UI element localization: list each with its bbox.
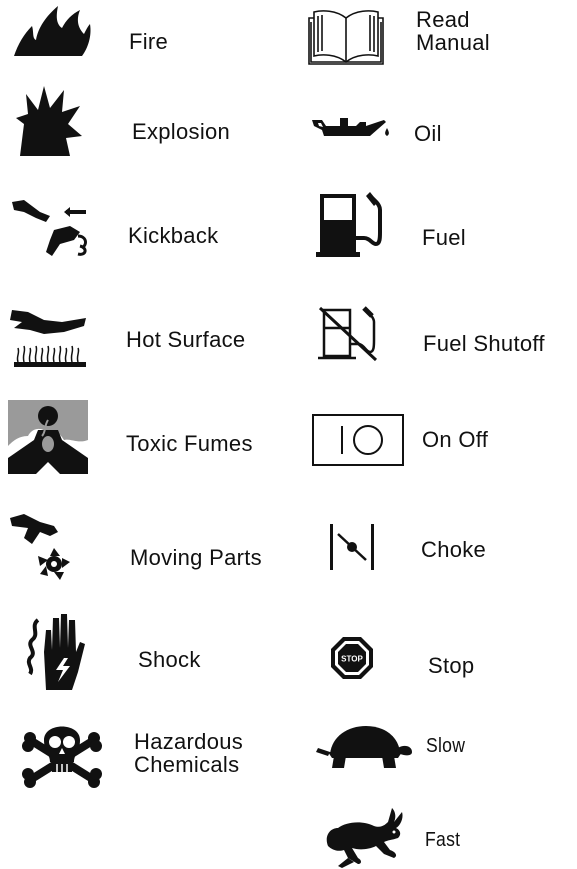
skull-crossbones-icon: [22, 712, 102, 788]
rabbit-icon: [324, 806, 404, 868]
moving-parts-icon: [10, 512, 78, 584]
book-icon: [306, 8, 386, 66]
shock-icon: [26, 612, 86, 690]
hot-surface-icon: [8, 306, 90, 368]
turtle-icon: [312, 722, 414, 772]
kickback-icon: [10, 196, 92, 260]
hot-surface-label: Hot Surface: [126, 327, 246, 352]
slow-label: Slow: [426, 735, 466, 757]
fuel-pump-icon: [316, 190, 382, 258]
moving-parts-label: Moving Parts: [130, 545, 262, 570]
choke-icon: [330, 524, 374, 570]
stop-sign-text: STOP: [341, 655, 363, 664]
oil-can-icon: [310, 112, 392, 146]
hazardous-label-line1: Hazardous: [134, 729, 244, 754]
toxic-fumes-icon: [8, 400, 88, 474]
read-label-line2: Manual: [416, 30, 490, 56]
explosion-label: Explosion: [132, 119, 231, 144]
toxic-fumes-label: Toxic Fumes: [126, 431, 253, 456]
hazardous-chemicals-label: Hazardous Chemicals: [134, 730, 243, 776]
fire-label: Fire: [129, 29, 169, 54]
shock-label: Shock: [138, 647, 201, 672]
fast-label: Fast: [425, 829, 461, 851]
fuel-shutoff-label: Fuel Shutoff: [423, 331, 545, 356]
fuel-label: Fuel: [422, 225, 466, 250]
on-off-icon: [312, 414, 404, 466]
explosion-icon: [14, 84, 84, 156]
read-label-line1: Read: [416, 7, 470, 32]
choke-label: Choke: [421, 537, 487, 562]
oil-label: Oil: [414, 121, 442, 146]
on-off-label: On Off: [422, 427, 489, 452]
read-manual-label: Read Manual: [416, 8, 490, 54]
fuel-shutoff-icon: [318, 306, 382, 362]
hazardous-label-line2: Chemicals: [134, 752, 240, 778]
stop-label: Stop: [428, 653, 475, 678]
kickback-label: Kickback: [128, 223, 219, 248]
fire-icon: [12, 4, 92, 58]
stop-sign-icon: STOP: [330, 636, 374, 680]
